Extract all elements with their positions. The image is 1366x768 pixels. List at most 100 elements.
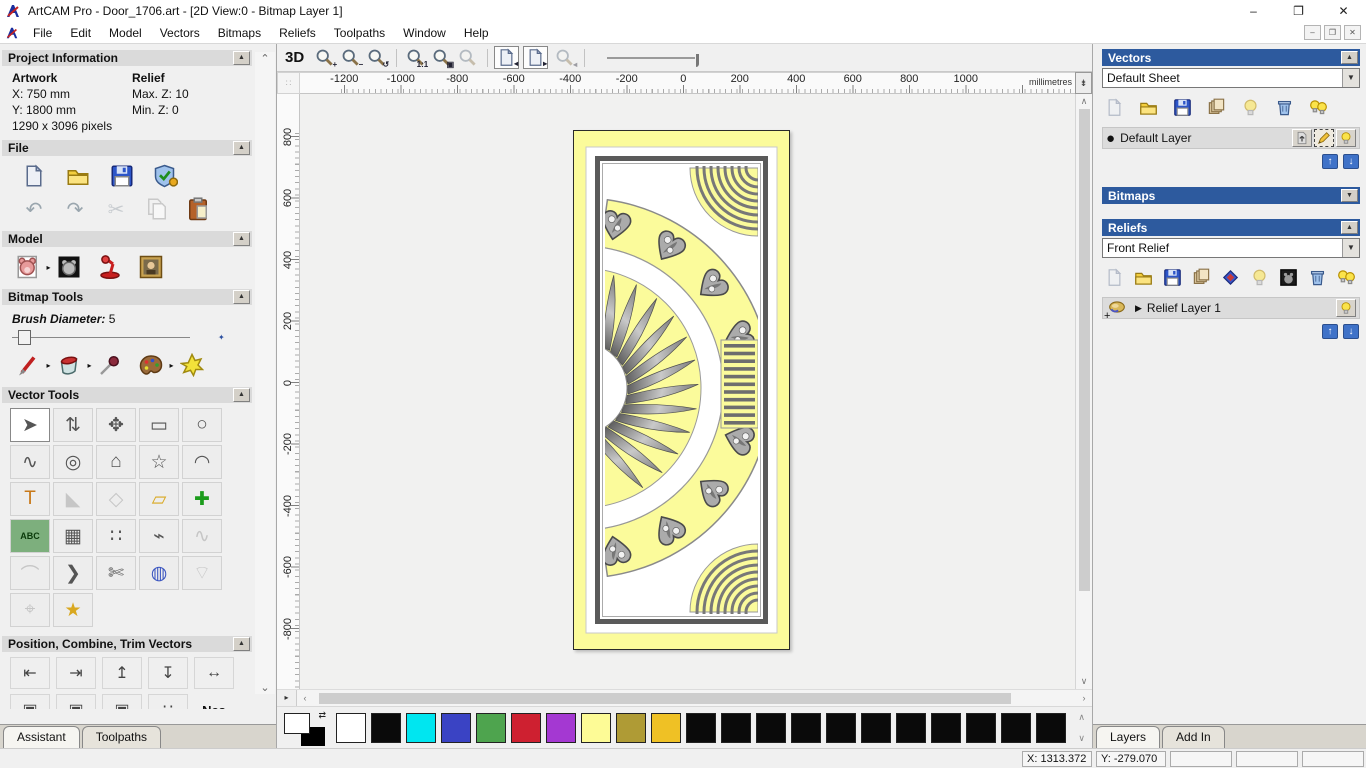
open-relief-layer-icon[interactable] — [1133, 267, 1153, 287]
drawing-viewport[interactable] — [300, 94, 1075, 689]
units-dropdown-button[interactable]: ⇟ — [1075, 72, 1092, 94]
merge-vector-layers-icon[interactable] — [1206, 97, 1226, 117]
palette-swatch[interactable] — [721, 712, 751, 743]
collapse-button[interactable]: ▲ — [233, 141, 250, 155]
palette-swatch[interactable] — [756, 712, 786, 743]
trim-vectors-tool[interactable]: ✄ — [96, 556, 136, 590]
set-model-size-icon[interactable] — [14, 254, 42, 280]
toggle-visibility-icon[interactable] — [1240, 97, 1260, 117]
create-ellipse-tool[interactable]: ◎ — [53, 445, 93, 479]
greyscale-preview-icon[interactable] — [1278, 267, 1298, 287]
palette-swatch[interactable] — [616, 712, 646, 743]
new-vector-layer-icon[interactable] — [1104, 97, 1124, 117]
zoom-drawing-button[interactable] — [455, 46, 480, 69]
copy-icon[interactable] — [143, 196, 171, 222]
menu-reliefs[interactable]: Reliefs — [270, 24, 325, 42]
centre-in-page-tool[interactable]: ▣ — [10, 694, 50, 709]
show-all-layers-icon[interactable] — [1308, 97, 1328, 117]
merge-relief-layers-icon[interactable] — [1191, 267, 1211, 287]
menu-window[interactable]: Window — [394, 24, 455, 42]
scroll-down-icon[interactable]: ⌄ — [260, 681, 269, 694]
move-layer-down-button[interactable]: ↓ — [1343, 324, 1359, 339]
collapse-button[interactable]: ▲ — [233, 388, 250, 402]
lighting-icon[interactable] — [96, 254, 124, 280]
layer-colour-icon[interactable]: ● — [1106, 131, 1115, 146]
scroll-down-icon[interactable]: ∨ — [1078, 733, 1085, 744]
palette-swatch[interactable] — [861, 712, 891, 743]
show-all-relief-layers-icon[interactable] — [1336, 267, 1356, 287]
vertical-scrollbar[interactable]: ∧ ∨ — [1075, 94, 1092, 689]
child-restore-button[interactable]: ❐ — [1324, 25, 1341, 40]
align-top-tool[interactable]: ↥ — [102, 657, 142, 689]
paste-icon[interactable] — [184, 196, 212, 222]
pan-view-button[interactable]: ◂ — [552, 46, 577, 69]
tab-layers[interactable]: Layers — [1096, 726, 1161, 748]
zoom-previous-button[interactable]: ↺ — [364, 46, 389, 69]
collapse-button[interactable]: ▲ — [233, 637, 250, 651]
next-bitmap-layer-button[interactable]: ▸ — [523, 46, 549, 69]
align-centre-tool[interactable]: ↔ — [194, 657, 234, 689]
scroll-up-icon[interactable]: ∧ — [1081, 94, 1088, 109]
fit-curve-tool[interactable]: ⌔ — [182, 556, 222, 590]
palette-swatch[interactable] — [966, 712, 996, 743]
menu-model[interactable]: Model — [100, 24, 151, 42]
zoom-slider-track[interactable] — [607, 56, 696, 59]
zoom-out-button[interactable]: − — [338, 46, 363, 69]
offset-vectors-tool[interactable]: ◇ — [96, 482, 136, 516]
centre-horizontal-tool[interactable]: ▣ — [56, 694, 96, 709]
chevron-down-icon[interactable]: ▼ — [1342, 69, 1359, 87]
relief-select[interactable]: Front Relief ▼ — [1102, 238, 1360, 258]
create-rectangle-tool[interactable]: ▭ — [139, 408, 179, 442]
adjust-model-icon[interactable] — [55, 254, 83, 280]
zoom-slider[interactable] — [607, 48, 700, 67]
fit-arcs-tool[interactable]: ⌒ — [10, 556, 50, 590]
create-polyline-tool[interactable]: ∿ — [10, 445, 50, 479]
block-paste-tool[interactable]: ∷ — [96, 519, 136, 553]
create-polygon-tool[interactable]: ⌂ — [96, 445, 136, 479]
delete-vector-layer-icon[interactable] — [1274, 97, 1294, 117]
palette-swatch[interactable] — [546, 712, 576, 743]
paint-brush-icon[interactable] — [14, 352, 42, 378]
horizontal-scrollbar[interactable]: ‹ › — [297, 690, 1092, 706]
close-button[interactable]: ✕ — [1321, 0, 1366, 22]
active-draw-layer-icon[interactable] — [1314, 129, 1334, 147]
colour-palette-icon[interactable] — [137, 352, 165, 378]
flood-fill-icon[interactable] — [55, 352, 83, 378]
open-vector-layer-icon[interactable] — [1138, 97, 1158, 117]
undo-icon[interactable]: ↶ — [20, 196, 48, 222]
vector-layer-row[interactable]: ● Default Layer — [1102, 127, 1360, 149]
move-layer-up-button[interactable]: ↑ — [1322, 154, 1338, 169]
align-right-tool[interactable]: ⇥ — [56, 657, 96, 689]
palette-scrollbar[interactable]: ∧ ∨ — [1071, 712, 1092, 744]
nesting-tool[interactable]: Nes — [194, 694, 234, 710]
horizontal-scroll-thumb[interactable] — [319, 692, 1011, 704]
palette-swatch[interactable] — [406, 712, 436, 743]
slider-handle[interactable] — [18, 330, 31, 345]
palette-swatch[interactable] — [441, 712, 471, 743]
palette-swatch[interactable] — [896, 712, 926, 743]
chevron-down-icon[interactable]: ▼ — [1342, 239, 1359, 257]
transfer-relief-icon[interactable] — [1220, 267, 1240, 287]
new-relief-layer-icon[interactable] — [1104, 267, 1124, 287]
view-3d-button[interactable]: 3D — [285, 49, 304, 66]
zoom-1to1-button[interactable]: 1:1 — [403, 46, 428, 69]
menu-bitmaps[interactable]: Bitmaps — [209, 24, 270, 42]
move-layer-up-button[interactable]: ↑ — [1322, 324, 1338, 339]
palette-swatch[interactable] — [371, 712, 401, 743]
create-circle-tool[interactable]: ○ — [182, 408, 222, 442]
collapse-button[interactable]: ▲ — [233, 51, 250, 65]
palette-swatch[interactable] — [581, 712, 611, 743]
brush-diameter-slider[interactable] — [12, 330, 190, 345]
palette-swatch[interactable] — [1036, 712, 1066, 743]
cut-icon[interactable]: ✂ — [102, 196, 130, 222]
paste-along-curve-tool[interactable]: ⌁ — [139, 519, 179, 553]
palette-swatch[interactable] — [336, 712, 366, 743]
tab-toolpaths[interactable]: Toolpaths — [81, 726, 162, 748]
layer-name[interactable]: Default Layer — [1120, 131, 1287, 145]
palette-swatch[interactable] — [651, 712, 681, 743]
layer-visibility-icon[interactable] — [1336, 129, 1356, 147]
tab-add-in[interactable]: Add In — [1162, 726, 1225, 748]
palette-swatch[interactable] — [931, 712, 961, 743]
restore-button[interactable]: ❐ — [1276, 0, 1321, 22]
align-left-tool[interactable]: ⇤ — [10, 657, 50, 689]
